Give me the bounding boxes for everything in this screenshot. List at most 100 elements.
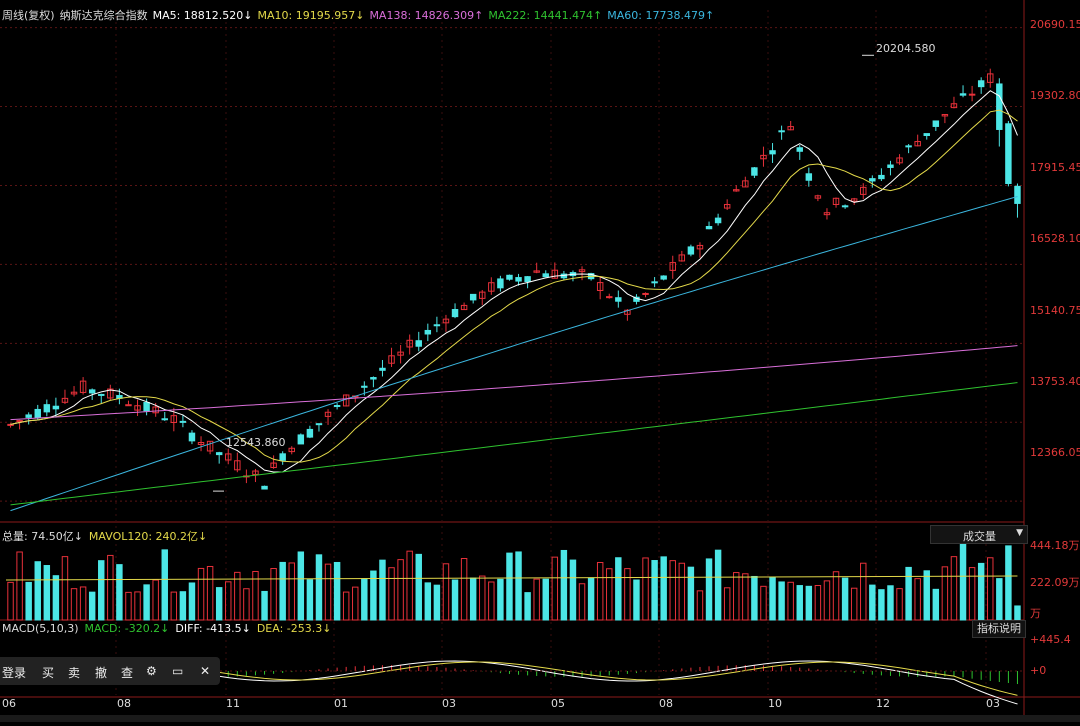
volume-bar [705,558,713,621]
macd-title: MACD(5,10,3) [2,622,79,635]
volume-bar [415,553,422,621]
time-tick-6: 08 [659,697,673,710]
volume-bar [306,579,314,621]
candle-body [379,367,386,371]
volume-bar [107,554,114,621]
volume-bar [7,581,14,621]
volume-bar [143,584,150,621]
volume-bar [814,585,822,621]
volume-bar [569,559,577,621]
volume-bar [479,575,486,621]
volume-bar [524,592,531,621]
volume-bar [987,557,994,621]
volume-bar [769,576,776,621]
volume-bar [515,551,522,621]
legend-ma222: MA222: 14441.474↑ [488,9,603,22]
candle-body [714,217,722,224]
volume-bar [188,582,196,621]
candle-body [261,485,268,490]
candle-body [615,297,622,302]
candle-body [542,273,549,278]
volume-bar [832,571,840,621]
candle-body [1014,185,1021,204]
candle-body [506,274,513,280]
volume-bar [841,577,849,621]
volume-bar [397,559,404,621]
candle-body [361,385,368,388]
volume-bar [134,591,141,621]
volume-bar [733,572,740,621]
candle-body [16,420,23,423]
volume-bar [896,588,903,621]
bottom-tab-bar[interactable] [0,715,1080,722]
candle-body [451,309,459,318]
candle-body [869,178,876,182]
candle-body [705,226,713,230]
candle-body [179,420,187,423]
cancel-order-button[interactable]: 撤 [95,664,107,681]
candle-body [887,164,894,168]
candle-body [370,377,377,380]
close-icon[interactable]: ✕ [200,664,210,678]
candle-body [25,414,32,418]
query-button[interactable]: 查 [121,664,133,681]
volume-bar [52,575,60,621]
vol-tick-1: 222.09万 [1030,576,1080,589]
candle-body [333,405,341,408]
price-tick-1: 19302.803 [1030,89,1080,102]
volume-bar [288,562,295,621]
buy-button[interactable]: 买 [42,664,54,681]
vol-tick-2: 万 [1030,607,1041,620]
settings-icon[interactable]: ⚙ [146,664,157,678]
volume-bar [88,591,96,621]
sell-button[interactable]: 卖 [68,664,80,681]
volume-bar [261,590,268,621]
price-tick-6: 12366.055 [1030,446,1080,459]
indicator-help-button[interactable]: 指标说明 [972,620,1026,638]
candle-body [651,281,658,284]
volume-bar [506,552,513,621]
volume-legend: 总量: 74.50亿↓ MAVOL120: 240.2亿↓ [2,528,207,544]
volume-bar [615,557,622,621]
legend-ma5: MA5: 18812.520↓ [152,9,253,22]
legend-title: 周线(复权) [2,9,55,22]
candle-body [905,145,912,148]
time-tick-5: 05 [551,697,565,710]
volume-bar [70,588,78,621]
volume-bar [887,585,894,621]
price-tick-5: 13753.405 [1030,375,1080,388]
candle-body [515,277,522,282]
volume-bar [79,586,87,621]
candle-body [188,432,196,442]
candle-body [315,423,323,426]
volume-dropdown[interactable]: 成交量 ▼ [930,525,1028,544]
volume-bar [61,556,69,621]
volume-bar [43,565,51,621]
volume-bar [959,543,967,621]
volume-bar [333,561,341,621]
volume-bar [460,558,468,621]
candle-body [469,293,477,301]
price-tick-4: 15140.754 [1030,304,1080,317]
candle-body [98,393,105,396]
time-tick-3: 01 [334,697,348,710]
volume-bar [170,591,178,621]
volume-bar [778,581,785,621]
volume-bar [197,567,205,621]
volume-bar [923,570,930,621]
time-tick-2: 11 [226,697,240,710]
candle-body [660,275,667,280]
ma5-line [10,90,1018,473]
time-tick-7: 10 [768,697,782,710]
volume-bar [25,581,32,621]
ma222-line [10,382,1018,506]
time-tick-9: 03 [986,697,1000,710]
login-button[interactable]: 登录 [2,664,26,681]
volume-bar [805,585,813,621]
volume-bar [560,549,568,621]
volume-bar [850,587,858,621]
volume-bar [723,587,731,621]
candle-body [923,133,930,137]
vol-total: 总量: 74.50亿↓ [2,530,83,543]
window-icon[interactable]: ▭ [172,664,183,678]
